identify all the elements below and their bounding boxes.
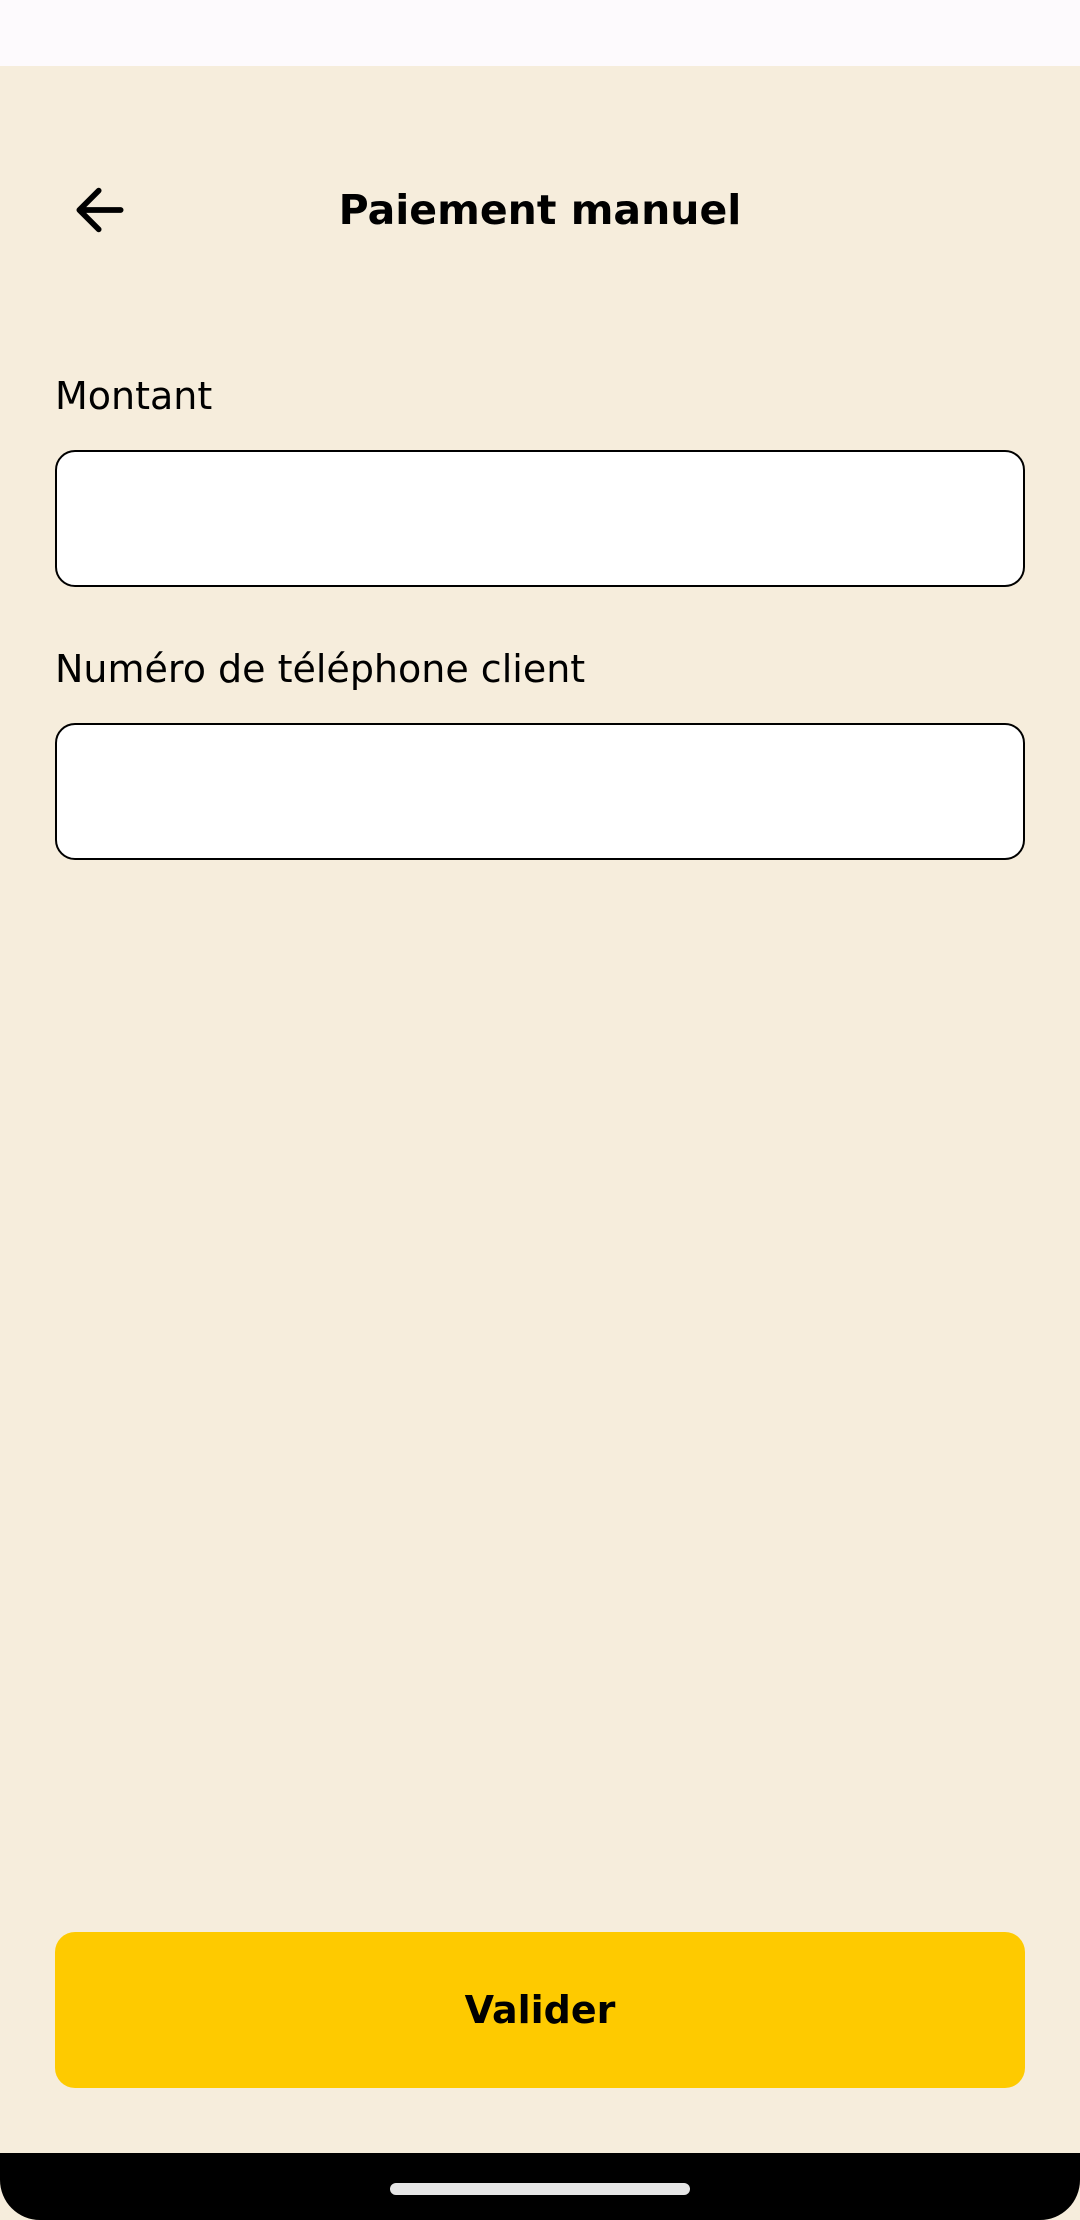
navigation-bar — [0, 2153, 1080, 2220]
phone-label: Numéro de téléphone client — [55, 647, 586, 691]
page-title: Paiement manuel — [338, 186, 742, 234]
amount-label: Montant — [55, 374, 213, 418]
submit-button[interactable]: Valider — [55, 1932, 1025, 2088]
amount-input[interactable] — [55, 450, 1025, 587]
home-indicator[interactable] — [390, 2183, 690, 2195]
app-bar: Paiement manuel — [0, 150, 1080, 270]
phone-input[interactable] — [55, 723, 1025, 860]
status-bar — [0, 0, 1080, 66]
